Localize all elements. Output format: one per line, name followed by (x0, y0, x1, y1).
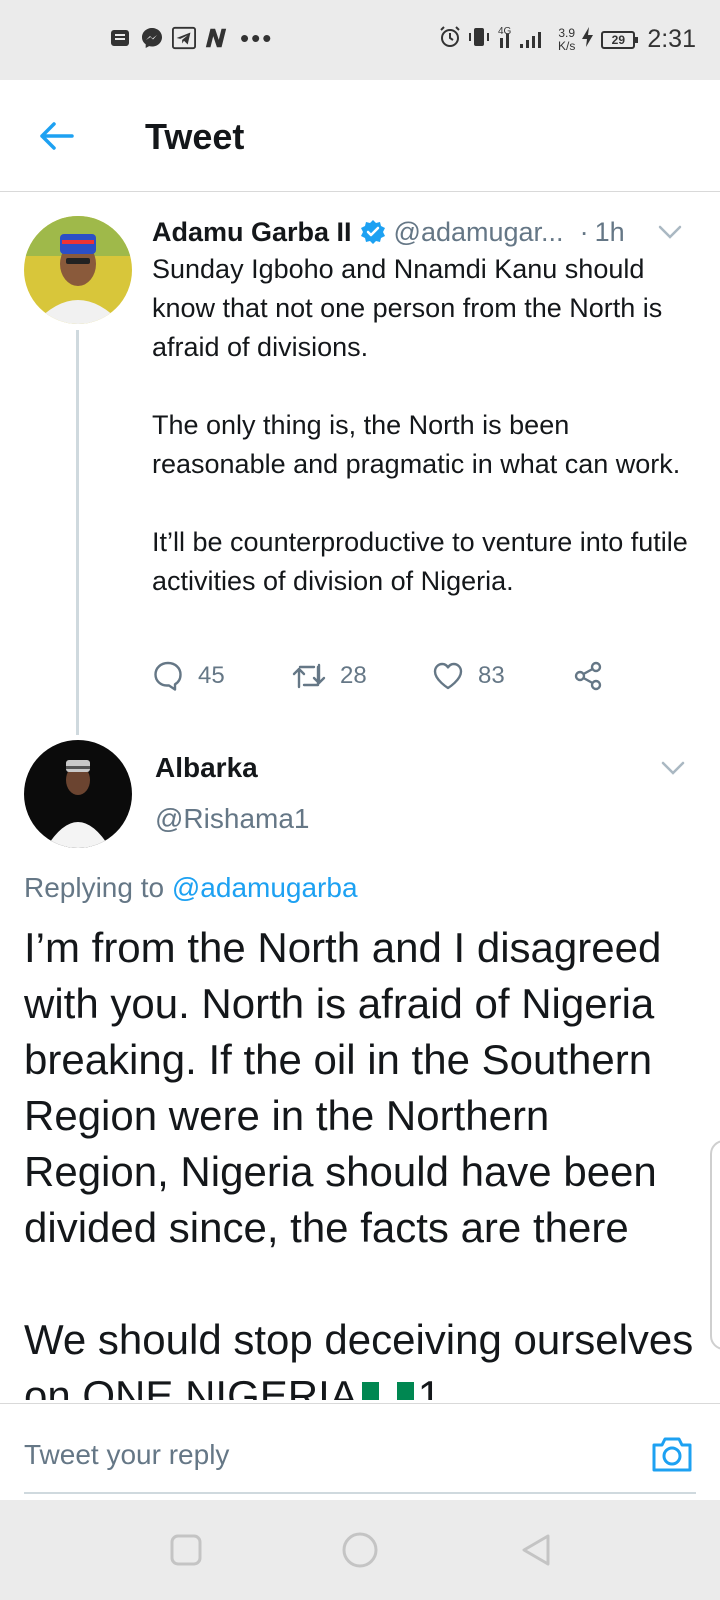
share-button[interactable] (572, 660, 618, 692)
news-app-icon (204, 26, 228, 50)
tweet-paragraph: I’m from the North and I disagreed with … (24, 924, 662, 1251)
tweet-paragraph-tail: 1 (417, 1372, 442, 1400)
network-speed-unit: K/s (557, 38, 576, 53)
verified-badge-icon (360, 219, 386, 245)
tweet-header: Adamu Garba II @adamugar... · 1h (152, 212, 697, 252)
notification-icons: ••• (108, 23, 274, 53)
like-count: 83 (478, 662, 505, 689)
system-nav-bar (0, 1500, 720, 1600)
network-speed-value: 3.9 (558, 25, 575, 40)
thread-line (76, 330, 79, 735)
nigeria-flag-icon (361, 1370, 414, 1400)
page-title: Tweet (145, 116, 245, 157)
clock: 2:31 (647, 25, 696, 53)
tweet-paragraph: We should stop deceiving ourselves on ON… (24, 1312, 704, 1400)
separator-dot: · (579, 216, 589, 247)
circle-icon (342, 1532, 378, 1568)
reply-input[interactable]: Tweet your reply (24, 1439, 229, 1471)
camera-icon (652, 1437, 692, 1472)
like-button[interactable]: 83 (432, 661, 572, 691)
reply-count: 45 (198, 662, 225, 689)
avatar[interactable] (24, 216, 132, 324)
square-icon (170, 1534, 202, 1566)
reply-button[interactable]: 45 (152, 660, 292, 692)
tweet-actions: 45 28 83 (152, 656, 632, 696)
status-bar: ••• 4G 3.9 K/s 29 2:31 (0, 0, 720, 80)
message-notification-icon (108, 26, 132, 50)
alarm-icon (438, 25, 462, 54)
signal-4g-icon: 4G (496, 24, 552, 55)
svg-text:4G: 4G (498, 26, 512, 37)
tweet-text: I’m from the North and I disagreed with … (24, 920, 704, 1400)
app-header: Tweet (0, 80, 720, 192)
retweet-icon (292, 663, 326, 689)
back-button[interactable] (36, 116, 76, 156)
tweet-paragraph: It’ll be counterproductive to venture in… (152, 527, 688, 596)
nav-back-button[interactable] (516, 1530, 556, 1570)
vibrate-icon (468, 25, 490, 54)
comment-icon (154, 661, 182, 691)
chevron-down-icon[interactable] (657, 222, 683, 242)
share-icon (574, 661, 602, 691)
replying-to-label: Replying to (24, 872, 165, 903)
tweet-paragraph: The only thing is, the North is been rea… (152, 410, 681, 479)
avatar[interactable] (24, 740, 132, 848)
replying-to: Replying to @adamugarba (24, 872, 358, 904)
retweet-button[interactable]: 28 (292, 661, 432, 691)
charging-icon (581, 26, 595, 53)
reply-composer: Tweet your reply (0, 1403, 720, 1500)
camera-button[interactable] (650, 1434, 694, 1474)
retweet-count: 28 (340, 662, 367, 689)
heart-icon (433, 662, 463, 690)
author-handle[interactable]: @Rishama1 (155, 803, 309, 835)
battery-indicator: 29 (601, 30, 639, 49)
triangle-back-icon (522, 1534, 550, 1566)
edge-panel-handle[interactable] (710, 1140, 720, 1350)
messenger-icon (140, 26, 164, 50)
author-handle[interactable]: @adamugar... (394, 217, 564, 248)
tweet-paragraph-text: We should stop deceiving ourselves on ON… (24, 1316, 694, 1400)
chevron-down-icon[interactable] (660, 758, 686, 778)
author-name[interactable]: Adamu Garba II (152, 217, 352, 248)
home-button[interactable] (340, 1530, 380, 1570)
tweet-time: 1h (594, 216, 625, 247)
recent-apps-button[interactable] (166, 1530, 206, 1570)
arrow-left-icon (40, 122, 74, 150)
author-name[interactable]: Albarka (155, 752, 258, 784)
more-notifications-icon: ••• (240, 23, 274, 53)
network-speed: 3.9 K/s (557, 25, 576, 53)
tweet-text: Sunday Igboho and Nnamdi Kanu should kno… (152, 250, 702, 601)
system-indicators: 4G 3.9 K/s 29 2:31 (438, 24, 696, 55)
tweet-paragraph: Sunday Igboho and Nnamdi Kanu should kno… (152, 254, 663, 362)
telegram-icon (172, 26, 196, 50)
composer-underline (24, 1492, 696, 1494)
replying-to-mention[interactable]: @adamugarba (172, 872, 358, 903)
